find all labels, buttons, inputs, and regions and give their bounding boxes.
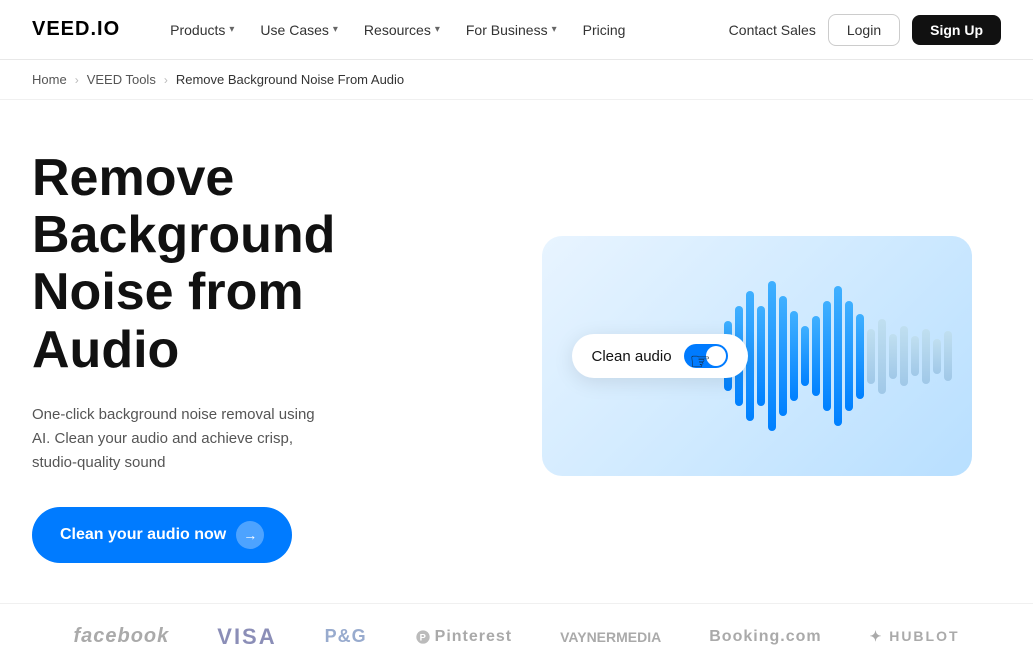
nav-for-business[interactable]: For Business ▾ — [456, 16, 567, 44]
nav-products[interactable]: Products ▾ — [160, 16, 244, 44]
breadcrumb-home[interactable]: Home — [32, 72, 67, 87]
logo-visa: VISA — [217, 624, 276, 650]
logos-bar: facebook VISA P&G P Pinterest VAYNERMEDI… — [0, 603, 1033, 670]
logo[interactable]: VEED.IO — [32, 18, 120, 41]
nav-links: Products ▾ Use Cases ▾ Resources ▾ For B… — [160, 16, 729, 44]
waveform-bar — [790, 311, 798, 401]
svg-text:P: P — [419, 632, 426, 642]
nav-use-cases[interactable]: Use Cases ▾ — [250, 16, 348, 44]
logo-facebook: facebook — [73, 625, 169, 648]
waveform-bar — [856, 314, 864, 399]
cta-button[interactable]: Clean your audio now → — [32, 507, 292, 563]
hero-description: One-click background noise removal using… — [32, 403, 332, 475]
nav-resources[interactable]: Resources ▾ — [354, 16, 450, 44]
waveform-bar — [768, 281, 776, 431]
waveform-bar — [812, 316, 820, 396]
navbar: VEED.IO Products ▾ Use Cases ▾ Resources… — [0, 0, 1033, 60]
hero-title: Remove Background Noise from Audio — [32, 150, 452, 379]
waveform-bar — [889, 334, 897, 379]
waveform-bar — [933, 339, 941, 374]
login-button[interactable]: Login — [828, 14, 900, 46]
breadcrumb: Home › VEED Tools › Remove Background No… — [0, 60, 1033, 100]
waveform-bar — [779, 296, 787, 416]
waveform-bar — [944, 331, 952, 381]
hero-section: Remove Background Noise from Audio One-c… — [0, 100, 1033, 603]
cursor-icon: ☞ — [690, 348, 712, 377]
breadcrumb-current: Remove Background Noise From Audio — [176, 72, 404, 87]
chevron-down-icon: ▾ — [435, 24, 440, 35]
waveform-bar — [922, 329, 930, 384]
arrow-icon: → — [236, 521, 264, 549]
waveform-bar — [801, 326, 809, 386]
waveform-bar — [845, 301, 853, 411]
contact-sales-link[interactable]: Contact Sales — [729, 22, 816, 38]
waveform-bar — [911, 336, 919, 376]
waveform-bar — [900, 326, 908, 386]
breadcrumb-tools[interactable]: VEED Tools — [87, 72, 156, 87]
nav-pricing[interactable]: Pricing — [573, 16, 636, 44]
waveform-bar — [834, 286, 842, 426]
hero-visual: Clean audio ☞ — [512, 236, 1001, 476]
chevron-down-icon: ▾ — [552, 24, 557, 35]
breadcrumb-separator-2: › — [164, 73, 168, 87]
waveform-bar — [878, 319, 886, 394]
chevron-down-icon: ▾ — [229, 24, 234, 35]
clean-audio-label: Clean audio — [592, 348, 672, 365]
waveform-bar — [823, 301, 831, 411]
hero-content: Remove Background Noise from Audio One-c… — [32, 150, 452, 563]
chevron-down-icon: ▾ — [333, 24, 338, 35]
breadcrumb-separator: › — [75, 73, 79, 87]
logo-vaynermedia: VAYNERMEDIA — [560, 629, 661, 645]
logo-booking: Booking.com — [709, 628, 821, 646]
cta-label: Clean your audio now — [60, 526, 226, 544]
logo-pg: P&G — [325, 626, 367, 647]
logo-pinterest: P Pinterest — [415, 628, 512, 646]
audio-illustration: Clean audio ☞ — [542, 236, 972, 476]
clean-audio-badge: Clean audio — [572, 334, 748, 378]
waveform-visualization — [713, 276, 952, 436]
nav-right: Contact Sales Login Sign Up — [729, 14, 1001, 46]
waveform-bar — [867, 329, 875, 384]
logo-hublot: ✦ HUBLOT — [870, 628, 960, 645]
waveform-bar — [757, 306, 765, 406]
signup-button[interactable]: Sign Up — [912, 15, 1001, 45]
